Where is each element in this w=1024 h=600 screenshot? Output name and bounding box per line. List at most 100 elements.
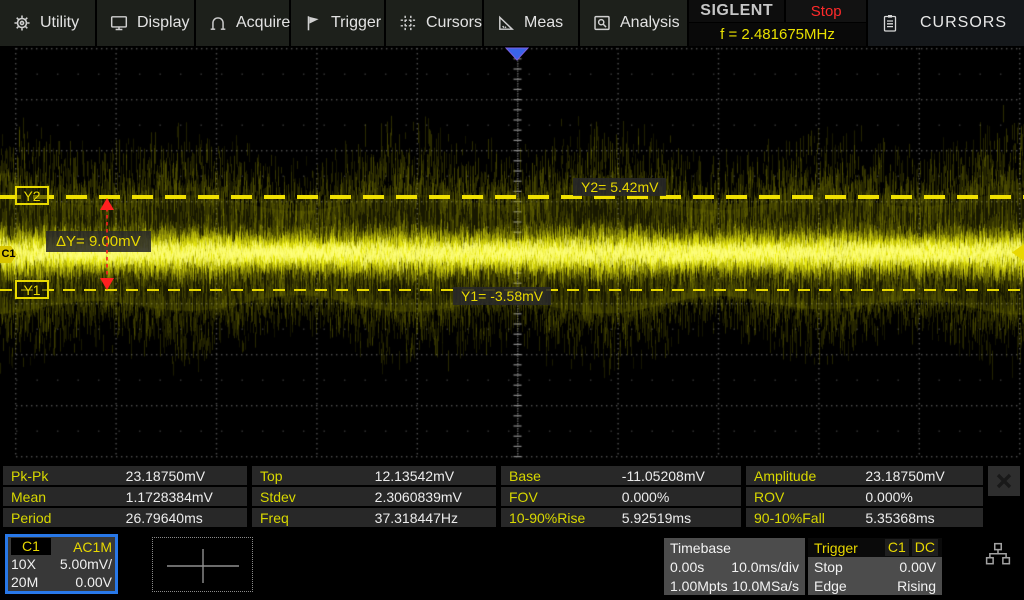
- measurement-cell: 90-10%Fall 5.35368ms: [746, 508, 983, 527]
- trigger-status: Stop: [814, 559, 843, 575]
- gear-icon: [14, 15, 30, 31]
- measurement-label: Amplitude: [754, 467, 817, 484]
- menu-item-trigger[interactable]: Trigger: [291, 0, 384, 46]
- dialog-title: CURSORS: [920, 14, 1008, 31]
- channel-offset: 0.00V: [75, 573, 112, 590]
- menu-item-acquire[interactable]: Acquire: [196, 0, 291, 46]
- timebase-descriptor[interactable]: Timebase 0.00s 10.0ms/div 1.00Mpts 10.0M…: [664, 538, 805, 595]
- measurement-value: 26.79640ms: [125, 509, 203, 526]
- measurement-value: 2.3060839mV: [374, 488, 462, 505]
- measurement-value: 1.1728384mV: [125, 488, 213, 505]
- menu-label: Trigger: [331, 14, 382, 31]
- flag-icon: [307, 16, 319, 31]
- measurement-label: Top: [260, 467, 283, 484]
- menu-item-display[interactable]: Display: [97, 0, 194, 46]
- trigger-position-marker[interactable]: [505, 47, 529, 61]
- channel-attenuation: 10X: [11, 556, 36, 572]
- add-trace-slot[interactable]: [152, 537, 253, 592]
- measurement-cell: Freq 37.318447Hz: [252, 508, 496, 527]
- menu-item-utility[interactable]: Utility: [0, 0, 95, 46]
- timebase-title: Timebase: [670, 539, 731, 556]
- close-icon: [996, 473, 1012, 489]
- measurement-label: Period: [11, 509, 52, 526]
- trigger-coupling-chip: DC: [911, 539, 938, 556]
- menu-label: Analysis: [620, 14, 680, 31]
- measurement-value: 0.000%: [621, 488, 670, 505]
- delta-arrow: [100, 198, 114, 290]
- channel-scale: 5.00mV/: [59, 556, 112, 572]
- acquire-icon: [210, 17, 226, 30]
- timebase-sample-rate: 10.0MSa/s: [732, 577, 799, 594]
- cursor-readout-y2: Y2= 5.42mV: [573, 178, 667, 196]
- top-menu-bar: Utility Display Acquire Trigger Cursors …: [0, 0, 1024, 46]
- channel-descriptor-c1[interactable]: C1 AC1M 10X 5.00mV/ 20M 0.00V: [5, 534, 118, 594]
- measurement-label: ROV: [754, 488, 785, 505]
- trigger-level: 0.00V: [899, 559, 936, 575]
- trigger-source-chip: C1: [884, 539, 909, 556]
- status-block: SIGLENT Stop f = 2.481675MHz: [689, 0, 866, 46]
- display-icon: [110, 16, 128, 31]
- channel-bandwidth: 20M: [11, 573, 39, 590]
- brand-logo: SIGLENT: [689, 0, 785, 22]
- measurement-value: 23.18750mV: [125, 467, 206, 484]
- analysis-icon: [594, 15, 610, 31]
- oscilloscope-screen: { "menu": { "items": [ {"label": "Utilit…: [0, 0, 1024, 600]
- measurement-table: Pk-Pk 23.18750mV Top 12.13542mV Base -11.05…: [3, 466, 1020, 527]
- run-state-indicator: Stop: [786, 0, 866, 22]
- measurement-cell: Amplitude 23.18750mV: [746, 466, 983, 485]
- measurement-cell: Top 12.13542mV: [252, 466, 496, 485]
- waveform-display[interactable]: [0, 46, 1024, 466]
- menu-label: Utility: [40, 14, 80, 31]
- menu-label: Display: [137, 14, 190, 31]
- measurement-label: Freq: [260, 509, 289, 526]
- trigger-type: Edge: [814, 577, 847, 594]
- measurement-cell: Mean 1.1728384mV: [3, 487, 247, 506]
- measurement-value: 5.35368ms: [865, 509, 935, 526]
- menu-item-analysis[interactable]: Analysis: [580, 0, 687, 46]
- measurement-cell: ROV 0.000%: [746, 487, 983, 506]
- cursors-icon: [400, 15, 416, 31]
- timebase-scale: 10.0ms/div: [731, 558, 799, 575]
- measurement-value: 5.92519ms: [621, 509, 692, 526]
- clipboard-icon: [883, 14, 897, 32]
- network-status-icon[interactable]: [985, 542, 1011, 567]
- menu-item-cursors[interactable]: Cursors: [386, 0, 482, 46]
- menu-label: Meas: [524, 14, 564, 31]
- cursor-tag-y2[interactable]: Y2: [15, 186, 49, 205]
- measurement-cell: FOV 0.000%: [501, 487, 741, 506]
- timebase-delay: 0.00s: [670, 558, 705, 575]
- measurement-cell: Base -11.05208mV: [501, 466, 741, 485]
- measurement-value: 37.318447Hz: [374, 509, 458, 526]
- measurement-cell: Period 26.79640ms: [3, 508, 247, 527]
- channel-coupling: AC1M: [73, 538, 112, 555]
- dialog-title-bar: CURSORS: [868, 0, 1024, 46]
- measurement-cell: Pk-Pk 23.18750mV: [3, 466, 247, 485]
- menu-label: Acquire: [236, 14, 291, 31]
- timebase-memory: 1.00Mpts: [670, 577, 728, 594]
- measurement-value: 23.18750mV: [865, 467, 945, 484]
- menu-label: Cursors: [426, 14, 483, 31]
- cursor-readout-y1: Y1= -3.58mV: [453, 287, 552, 305]
- measurement-value: 0.000%: [865, 488, 913, 505]
- measurement-value: -11.05208mV: [621, 467, 705, 484]
- frequency-counter: f = 2.481675MHz: [689, 23, 866, 46]
- trigger-slope: Rising: [897, 577, 936, 594]
- trigger-title: Trigger: [814, 539, 858, 556]
- cursor-tag-y1[interactable]: Y1: [15, 280, 49, 299]
- measurement-label: Mean: [11, 488, 47, 505]
- menu-item-meas[interactable]: Meas: [484, 0, 578, 46]
- channel-name-chip: C1: [11, 538, 51, 555]
- measure-icon: [499, 15, 515, 30]
- measurement-label: Base: [509, 467, 541, 484]
- measurement-cell: 10-90%Rise 5.92519ms: [501, 508, 741, 527]
- measurement-label: Stdev: [260, 488, 296, 505]
- measurement-label: Pk-Pk: [11, 467, 49, 484]
- measurement-cell: Stdev 2.3060839mV: [252, 487, 496, 506]
- measurement-label: 90-10%Fall: [754, 509, 825, 526]
- close-measurements-button[interactable]: [988, 466, 1020, 496]
- cursor-line-y2[interactable]: [0, 195, 1024, 199]
- trigger-descriptor[interactable]: Trigger C1 DC Stop 0.00V Edge Rising: [808, 538, 942, 595]
- measurement-label: 10-90%Rise: [509, 509, 586, 526]
- plus-icon: [167, 549, 239, 583]
- measurement-label: FOV: [509, 488, 538, 505]
